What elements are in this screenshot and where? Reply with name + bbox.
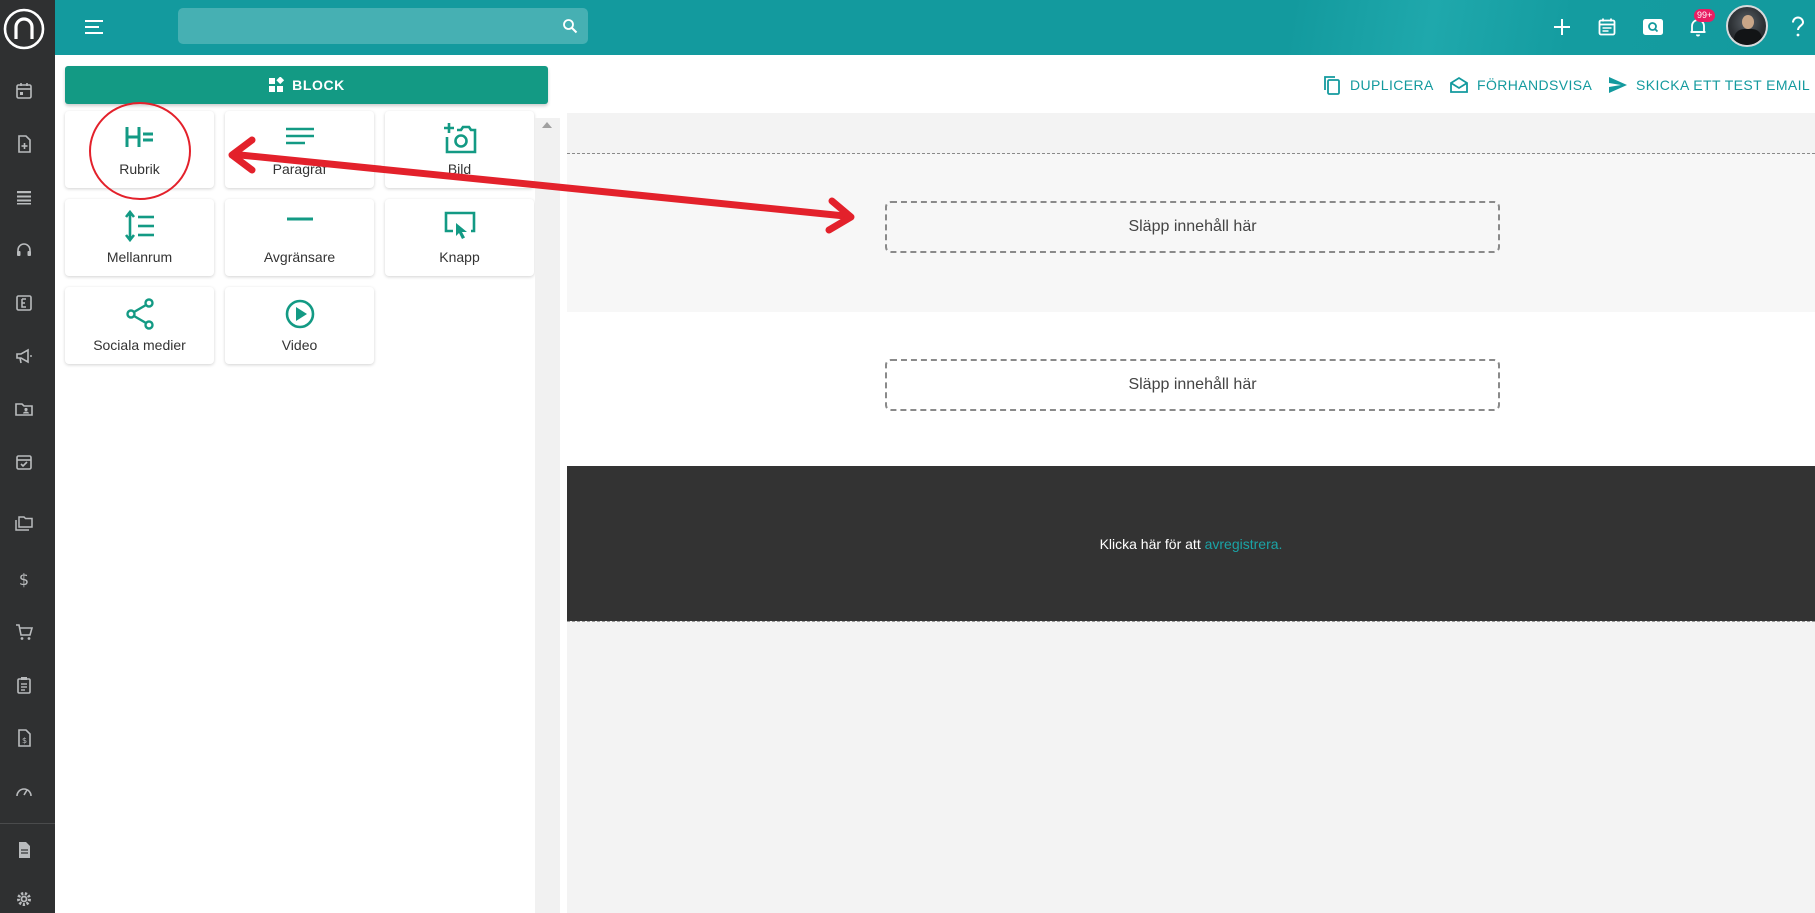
preview-label: FÖRHANDSVISA (1477, 77, 1593, 93)
email-row-1[interactable]: Släpp innehåll här (567, 154, 1815, 312)
send-icon (1609, 77, 1627, 93)
calendar-note-icon[interactable] (1594, 14, 1620, 40)
tile-label: Mellanrum (106, 249, 173, 265)
hamburger-menu-icon[interactable] (83, 16, 105, 38)
cart-icon[interactable] (13, 621, 35, 643)
mail-open-icon (1450, 76, 1468, 93)
top-bar: 99+ (55, 0, 1815, 55)
block-panel: BLOCK Rubrik Paragraf Bild Mellanrum Avg… (55, 55, 560, 913)
tile-knapp[interactable]: Knapp (385, 199, 534, 276)
search-input[interactable] (178, 8, 588, 44)
tile-mellanrum[interactable]: Mellanrum (65, 199, 214, 276)
email-row-2[interactable]: Släpp innehåll här (567, 312, 1815, 466)
play-icon (283, 297, 317, 331)
dollar-icon[interactable]: $ (13, 568, 35, 590)
list-icon[interactable] (13, 186, 35, 208)
megaphone-icon[interactable] (13, 345, 35, 367)
add-photo-icon (443, 121, 477, 155)
search-box-icon[interactable] (1640, 14, 1666, 40)
button-click-icon (443, 209, 477, 243)
unsubscribe-link[interactable]: avregistrera. (1205, 536, 1283, 552)
headset-icon[interactable] (13, 239, 35, 261)
spacing-icon (123, 209, 157, 243)
tile-rubrik[interactable]: Rubrik (65, 111, 214, 188)
footer-text: Klicka här för att avregistrera. (1100, 536, 1283, 552)
gauge-icon[interactable] (13, 780, 35, 802)
folder-account-icon[interactable] (13, 398, 35, 420)
drop-zone[interactable]: Släpp innehåll här (885, 201, 1500, 253)
heading-icon (123, 121, 157, 155)
tile-label: Knapp (439, 249, 480, 265)
tile-label: Video (281, 337, 318, 353)
footer-prefix: Klicka här för att (1099, 535, 1205, 552)
add-icon[interactable] (1549, 14, 1575, 40)
document-add-icon[interactable] (13, 133, 35, 155)
tile-label: Rubrik (119, 161, 160, 177)
tile-bild[interactable]: Bild (385, 111, 534, 188)
tile-sociala-medier[interactable]: Sociala medier (65, 287, 214, 364)
paragraph-icon (283, 121, 317, 155)
tile-label: Bild (447, 161, 472, 177)
send-test-email-label: SKICKA ETT TEST EMAIL (1636, 77, 1811, 93)
clipboard-icon[interactable] (13, 674, 35, 696)
divider-icon (283, 209, 317, 243)
tile-label: Paragraf (272, 161, 327, 177)
file-icon[interactable] (13, 839, 35, 861)
email-canvas: Släpp innehåll här Släpp innehåll här Kl… (567, 113, 1815, 913)
search-icon[interactable] (562, 18, 578, 34)
preview-button[interactable]: FÖRHANDSVISA (1449, 75, 1592, 95)
canvas-gutter (560, 113, 567, 913)
section-boundary (567, 621, 1815, 622)
search-bar (178, 8, 588, 44)
n-logo[interactable] (3, 8, 45, 50)
widgets-icon (269, 77, 285, 92)
block-button-label: BLOCK (292, 77, 345, 93)
left-navigation-rail: $ $ (0, 0, 55, 913)
gear-icon[interactable] (13, 888, 35, 910)
user-avatar[interactable] (1726, 5, 1768, 47)
calendar-icon[interactable] (13, 80, 35, 102)
block-button[interactable]: BLOCK (65, 66, 548, 104)
folders-icon[interactable] (13, 512, 35, 534)
notification-badge: 99+ (1694, 9, 1716, 22)
rail-divider (0, 823, 55, 824)
tile-avgransare[interactable]: Avgränsare (225, 199, 374, 276)
drop-zone[interactable]: Släpp innehåll här (885, 359, 1500, 411)
send-test-email-button[interactable]: SKICKA ETT TEST EMAIL (1608, 75, 1810, 95)
invoice-icon[interactable]: $ (13, 727, 35, 749)
help-icon[interactable] (1785, 14, 1811, 40)
email-footer[interactable]: Klicka här för att avregistrera. (567, 466, 1815, 621)
share-icon (123, 297, 157, 331)
calendar-check-icon[interactable] (13, 451, 35, 473)
tile-label: Sociala medier (93, 337, 186, 353)
article-icon[interactable] (13, 292, 35, 314)
duplicate-label: DUPLICERA (1350, 77, 1434, 93)
svg-text:$: $ (22, 736, 27, 745)
duplicate-button[interactable]: DUPLICERA (1322, 75, 1434, 95)
svg-text:$: $ (19, 570, 29, 588)
tile-video[interactable]: Video (225, 287, 374, 364)
tile-paragraf[interactable]: Paragraf (225, 111, 374, 188)
copy-icon (1324, 76, 1340, 95)
panel-scrollbar[interactable] (535, 118, 560, 913)
editor-toolbar: DUPLICERA FÖRHANDSVISA SKICKA ETT TEST E… (560, 55, 1815, 113)
tile-label: Avgränsare (263, 249, 336, 265)
scroll-up-arrow-icon[interactable] (542, 122, 552, 128)
